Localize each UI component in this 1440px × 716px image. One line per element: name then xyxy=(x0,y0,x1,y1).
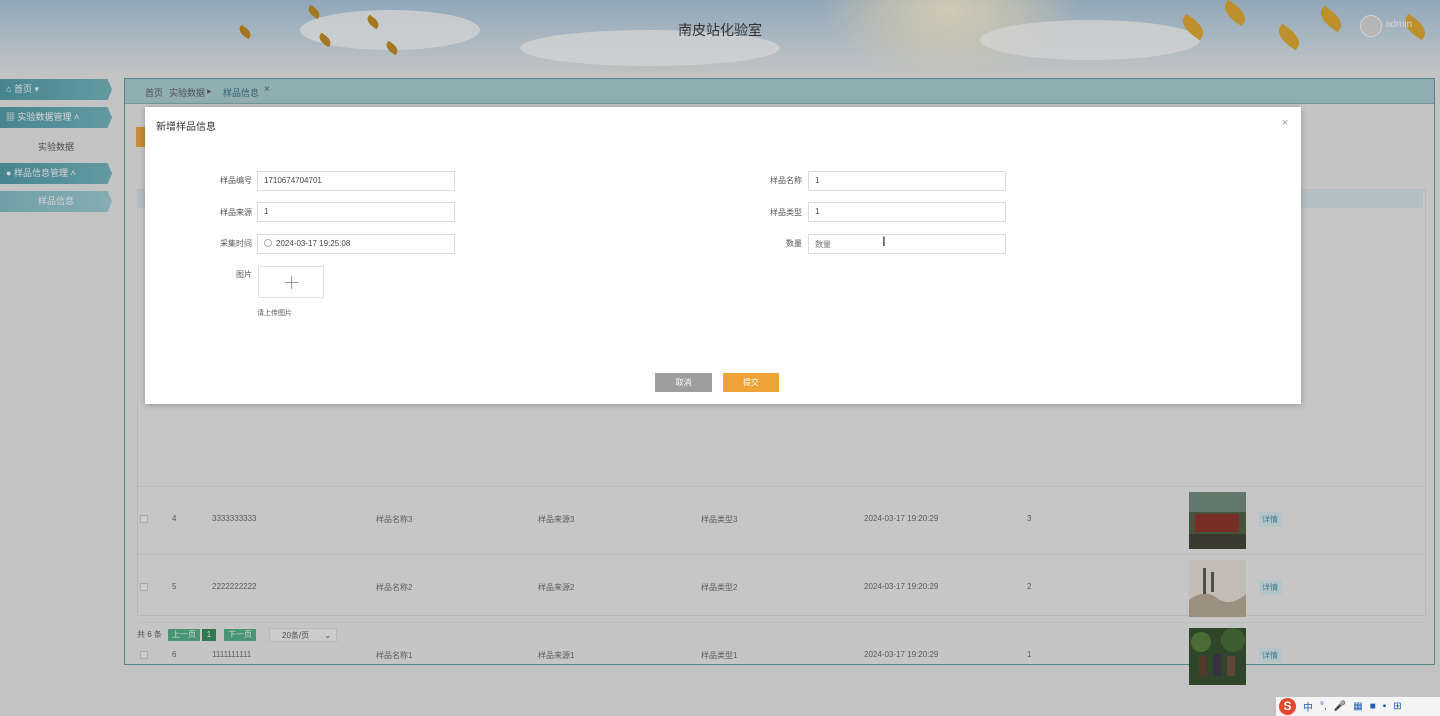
collect-time-value: 2024-03-17 19:25:08 xyxy=(276,239,351,248)
clock-icon xyxy=(264,239,272,247)
submit-button[interactable]: 提交 xyxy=(723,373,779,392)
sample-source-input[interactable]: 1 xyxy=(257,202,455,222)
cancel-button[interactable]: 取消 xyxy=(655,373,712,392)
sample-name-label: 样品名称 xyxy=(770,176,802,185)
image-upload-box[interactable] xyxy=(258,266,324,298)
sample-type-label: 样品类型 xyxy=(770,208,802,217)
add-sample-dialog: 新增样品信息 × 样品编号 1710674704701 样品名称 1 样品来源 … xyxy=(145,107,1301,404)
quantity-label: 数量 xyxy=(786,239,802,248)
plus-icon xyxy=(291,276,292,289)
sample-source-label: 样品来源 xyxy=(220,208,252,217)
toolbox-icon[interactable]: ▪ xyxy=(1383,701,1387,712)
microphone-icon[interactable]: 🎤 xyxy=(1334,701,1346,712)
sogou-logo-icon[interactable]: S xyxy=(1279,698,1296,715)
ime-mode[interactable]: 中 xyxy=(1303,699,1313,714)
upload-hint: 请上传图片 xyxy=(257,310,292,317)
sample-code-input[interactable]: 1710674704701 xyxy=(257,171,455,191)
sample-code-label: 样品编号 xyxy=(220,176,252,185)
sample-name-input[interactable]: 1 xyxy=(808,171,1006,191)
apps-icon[interactable]: ⊞ xyxy=(1393,701,1401,712)
ime-punct-icon[interactable]: °, xyxy=(1320,701,1327,712)
dialog-title: 新增样品信息 xyxy=(156,122,216,133)
image-label: 图片 xyxy=(236,270,252,279)
sample-type-input[interactable]: 1 xyxy=(808,202,1006,222)
ime-toolbar[interactable]: S 中 °, 🎤 ▦ ■ ▪ ⊞ xyxy=(1276,697,1440,716)
quantity-input[interactable] xyxy=(808,234,1006,254)
close-icon[interactable]: × xyxy=(1282,117,1288,129)
skin-icon[interactable]: ■ xyxy=(1370,701,1376,712)
keyboard-icon[interactable]: ▦ xyxy=(1353,701,1362,712)
collect-time-label: 采集时间 xyxy=(220,239,252,248)
collect-time-picker[interactable]: 2024-03-17 19:25:08 xyxy=(257,234,455,254)
text-cursor-icon: Ⅰ xyxy=(882,234,886,249)
